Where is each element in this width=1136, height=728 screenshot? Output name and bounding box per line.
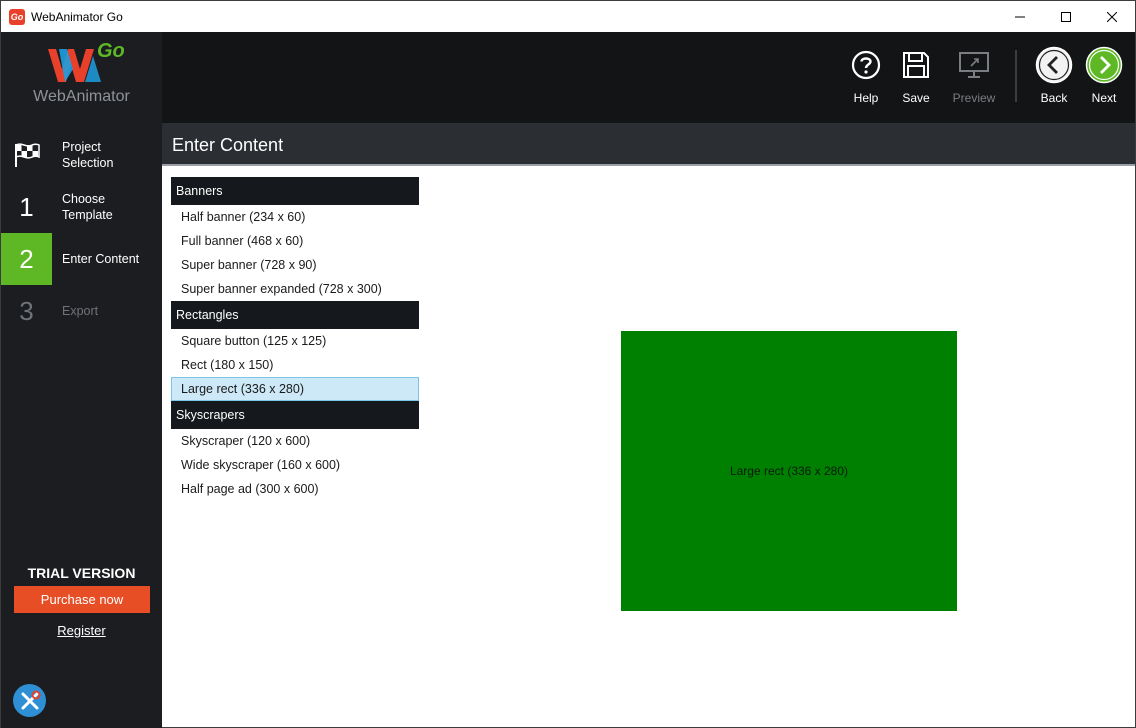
list-item[interactable]: Half banner (234 x 60) bbox=[171, 205, 419, 229]
tools-icon bbox=[21, 690, 40, 709]
list-item[interactable]: Wide skyscraper (160 x 600) bbox=[171, 453, 419, 477]
group-header-skyscrapers: Skyscrapers bbox=[171, 401, 419, 429]
title-bar: Go WebAnimator Go bbox=[1, 1, 1135, 32]
save-icon bbox=[903, 52, 929, 78]
group-header-rectangles: Rectangles bbox=[171, 301, 419, 329]
preview-label: Preview bbox=[952, 91, 996, 105]
banner-preview: Large rect (336 x 280) bbox=[621, 331, 957, 611]
back-arrow-icon bbox=[1035, 46, 1073, 84]
toolbar: Help Save Preview Back Next bbox=[162, 32, 1135, 123]
trial-version-label: TRIAL VERSION bbox=[27, 565, 136, 581]
window-title: WebAnimator Go bbox=[31, 9, 123, 24]
back-label: Back bbox=[1040, 91, 1068, 105]
step-number: 3 bbox=[19, 295, 34, 326]
next-arrow-icon bbox=[1085, 46, 1123, 84]
wizard-steps: Project Selection 1 Choose Template 2 En… bbox=[1, 129, 162, 337]
minimize-button[interactable] bbox=[997, 1, 1043, 32]
back-button[interactable]: Back bbox=[1026, 46, 1082, 105]
logo-text: WebAnimator bbox=[33, 88, 130, 105]
maximize-icon bbox=[1061, 11, 1071, 22]
help-icon bbox=[851, 50, 881, 80]
list-item[interactable]: Super banner (728 x 90) bbox=[171, 253, 419, 277]
step-number: 1 bbox=[19, 191, 34, 222]
minimize-icon bbox=[1015, 16, 1025, 17]
window-controls bbox=[997, 1, 1135, 32]
webanimator-logo-icon bbox=[48, 49, 101, 82]
list-item[interactable]: Half page ad (300 x 600) bbox=[171, 477, 419, 501]
page-title: Enter Content bbox=[172, 135, 284, 155]
preview-label: Large rect (336 x 280) bbox=[729, 464, 849, 478]
tools-button[interactable] bbox=[13, 684, 46, 717]
step-label: Enter Content bbox=[62, 252, 140, 266]
list-item[interactable]: Full banner (468 x 60) bbox=[171, 229, 419, 253]
step-project-selection[interactable]: Project Selection bbox=[1, 129, 162, 181]
logo: Go WebAnimator bbox=[1, 32, 162, 122]
step-choose-template[interactable]: 1 Choose Template bbox=[1, 181, 162, 233]
save-button[interactable]: Save bbox=[888, 46, 944, 105]
app-window: Go WebAnimator Go Go WebAnimator Project… bbox=[0, 0, 1136, 728]
list-item[interactable]: Rect (180 x 150) bbox=[171, 353, 419, 377]
list-item[interactable]: Skyscraper (120 x 600) bbox=[171, 429, 419, 453]
format-list: Banners Half banner (234 x 60) Full bann… bbox=[171, 177, 419, 501]
register-link[interactable]: Register bbox=[1, 623, 162, 638]
step-label: Choose Template bbox=[62, 192, 113, 222]
step-label: Project Selection bbox=[62, 140, 114, 170]
logo-go: Go bbox=[97, 40, 125, 62]
next-button[interactable]: Next bbox=[1076, 46, 1132, 105]
content-header: Enter Content bbox=[162, 123, 1135, 166]
step-number: 2 bbox=[1, 233, 52, 285]
checkered-flag-icon bbox=[14, 143, 40, 167]
app-icon: Go bbox=[9, 8, 25, 25]
help-button[interactable]: Help bbox=[838, 46, 894, 105]
maximize-button[interactable] bbox=[1043, 1, 1089, 32]
list-item[interactable]: Super banner expanded (728 x 300) bbox=[171, 277, 419, 301]
save-label: Save bbox=[902, 91, 930, 105]
close-button[interactable] bbox=[1089, 1, 1135, 32]
sidebar: Go WebAnimator Project Selection 1 Choos… bbox=[1, 32, 162, 728]
next-label: Next bbox=[1091, 91, 1117, 105]
step-export[interactable]: 3 Export bbox=[1, 285, 162, 337]
step-flag bbox=[1, 129, 52, 181]
toolbar-separator bbox=[1015, 50, 1017, 102]
help-label: Help bbox=[853, 91, 879, 105]
monitor-preview-icon bbox=[959, 52, 989, 78]
group-header-banners: Banners bbox=[171, 177, 419, 205]
list-item[interactable]: Square button (125 x 125) bbox=[171, 329, 419, 353]
step-enter-content[interactable]: 2 Enter Content bbox=[1, 233, 162, 285]
purchase-button[interactable]: Purchase now bbox=[14, 586, 150, 613]
preview-button[interactable]: Preview bbox=[946, 46, 1002, 105]
close-icon bbox=[1107, 11, 1117, 22]
list-item-selected[interactable]: Large rect (336 x 280) bbox=[171, 377, 419, 401]
step-label: Export bbox=[62, 304, 99, 318]
